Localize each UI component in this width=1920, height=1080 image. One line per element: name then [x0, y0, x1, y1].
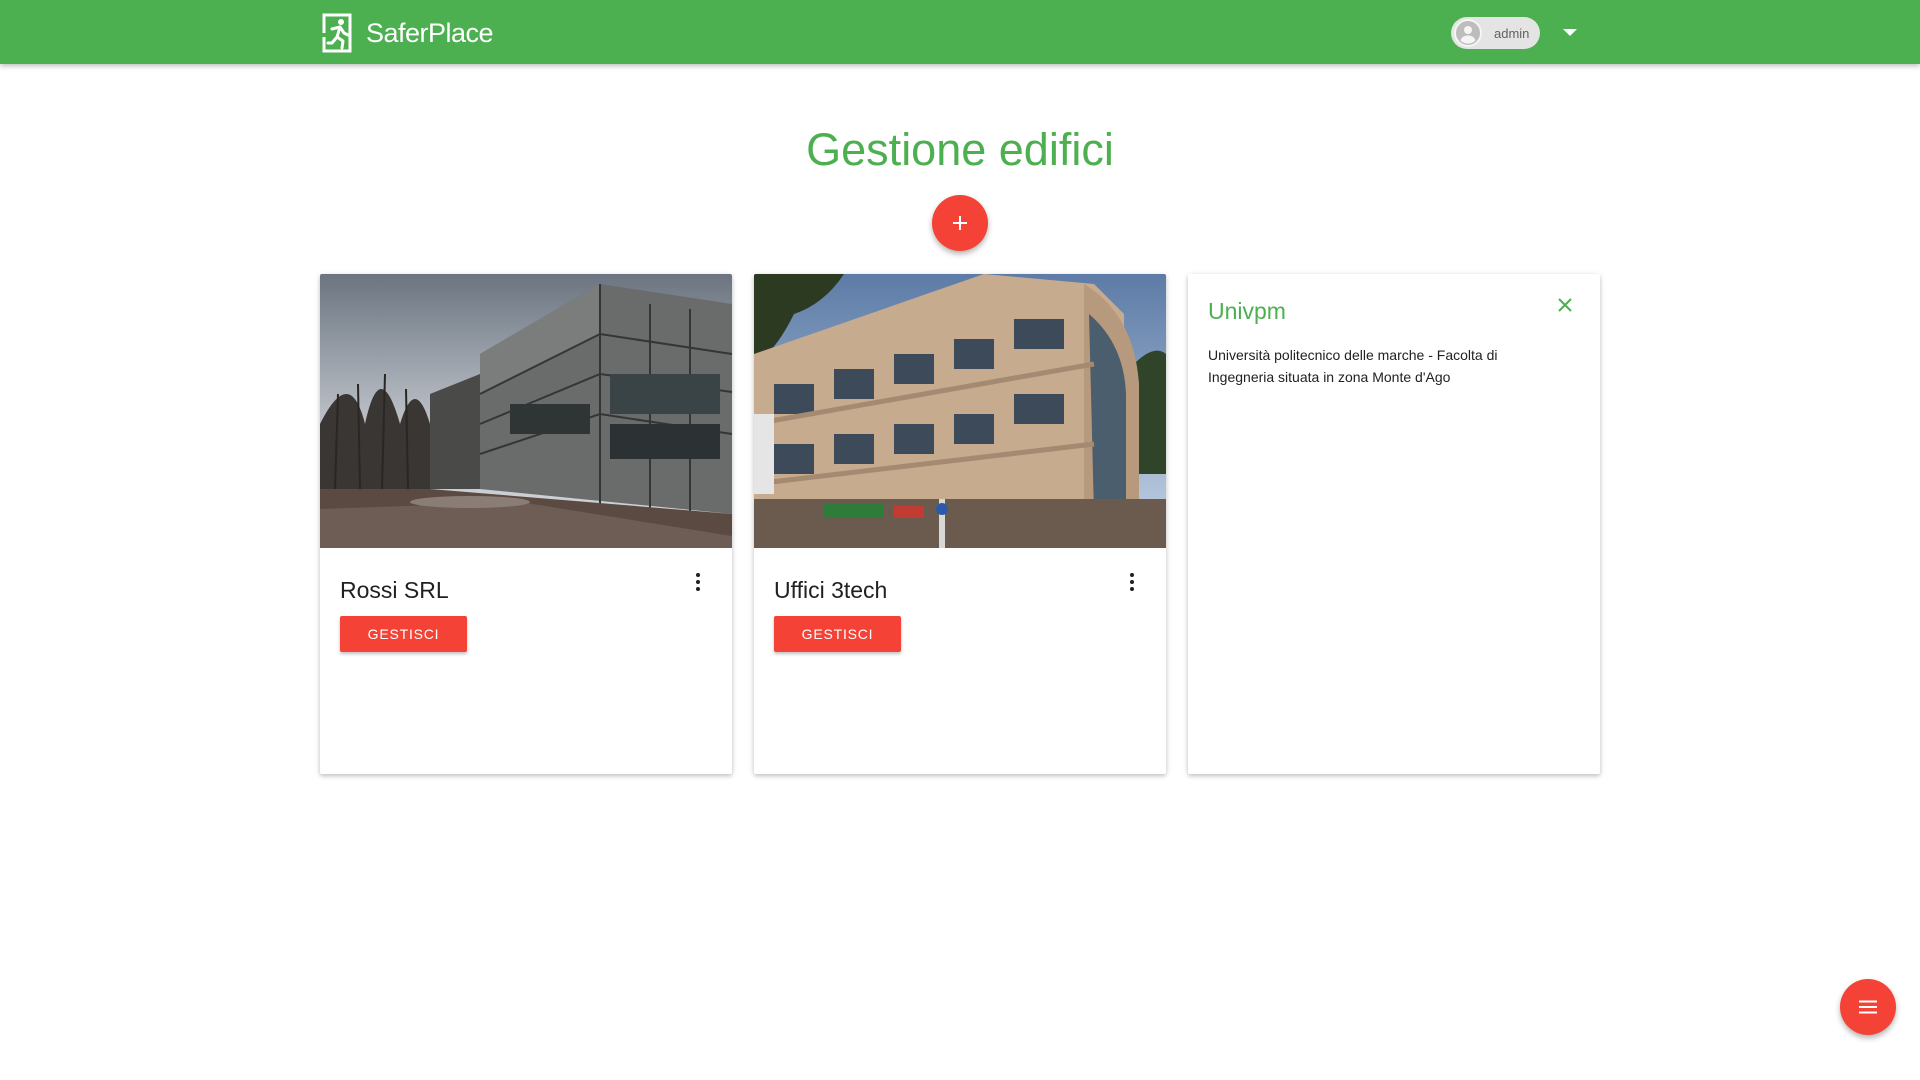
building-card: Uffici 3tech GESTISCI [754, 274, 1166, 774]
saferplace-logo-icon [322, 13, 352, 53]
plus-icon [953, 216, 967, 230]
card-reveal-title: Univpm [1208, 298, 1286, 324]
manage-button[interactable]: GESTISCI [340, 616, 467, 652]
user-chip[interactable]: admin [1451, 17, 1540, 49]
user-name: admin [1494, 25, 1530, 41]
card-title: Uffici 3tech [774, 577, 888, 603]
more-vert-icon[interactable] [690, 570, 706, 594]
building-photo [320, 274, 732, 548]
arrow-drop-down-icon[interactable] [1559, 24, 1581, 42]
page-title: Gestione edifici [806, 124, 1114, 175]
menu-fab-button[interactable] [1840, 979, 1896, 1035]
user-avatar-icon [1454, 19, 1482, 47]
building-photo [754, 274, 1166, 548]
building-card-reveal: Univpm Università politecnico delle marc… [1188, 274, 1600, 774]
card-reveal-description: Università politecnico delle marche - Fa… [1208, 347, 1498, 385]
add-building-button[interactable] [932, 195, 988, 251]
top-app-bar: SaferPlace admin [0, 0, 1920, 64]
close-icon[interactable] [1554, 294, 1576, 316]
manage-button[interactable]: GESTISCI [774, 616, 901, 652]
card-title: Rossi SRL [340, 577, 449, 603]
brand[interactable]: SaferPlace [322, 13, 494, 53]
menu-icon [1859, 1000, 1877, 1014]
building-card: Rossi SRL GESTISCI [320, 274, 732, 774]
brand-name: SaferPlace [366, 17, 494, 48]
more-vert-icon[interactable] [1124, 570, 1140, 594]
